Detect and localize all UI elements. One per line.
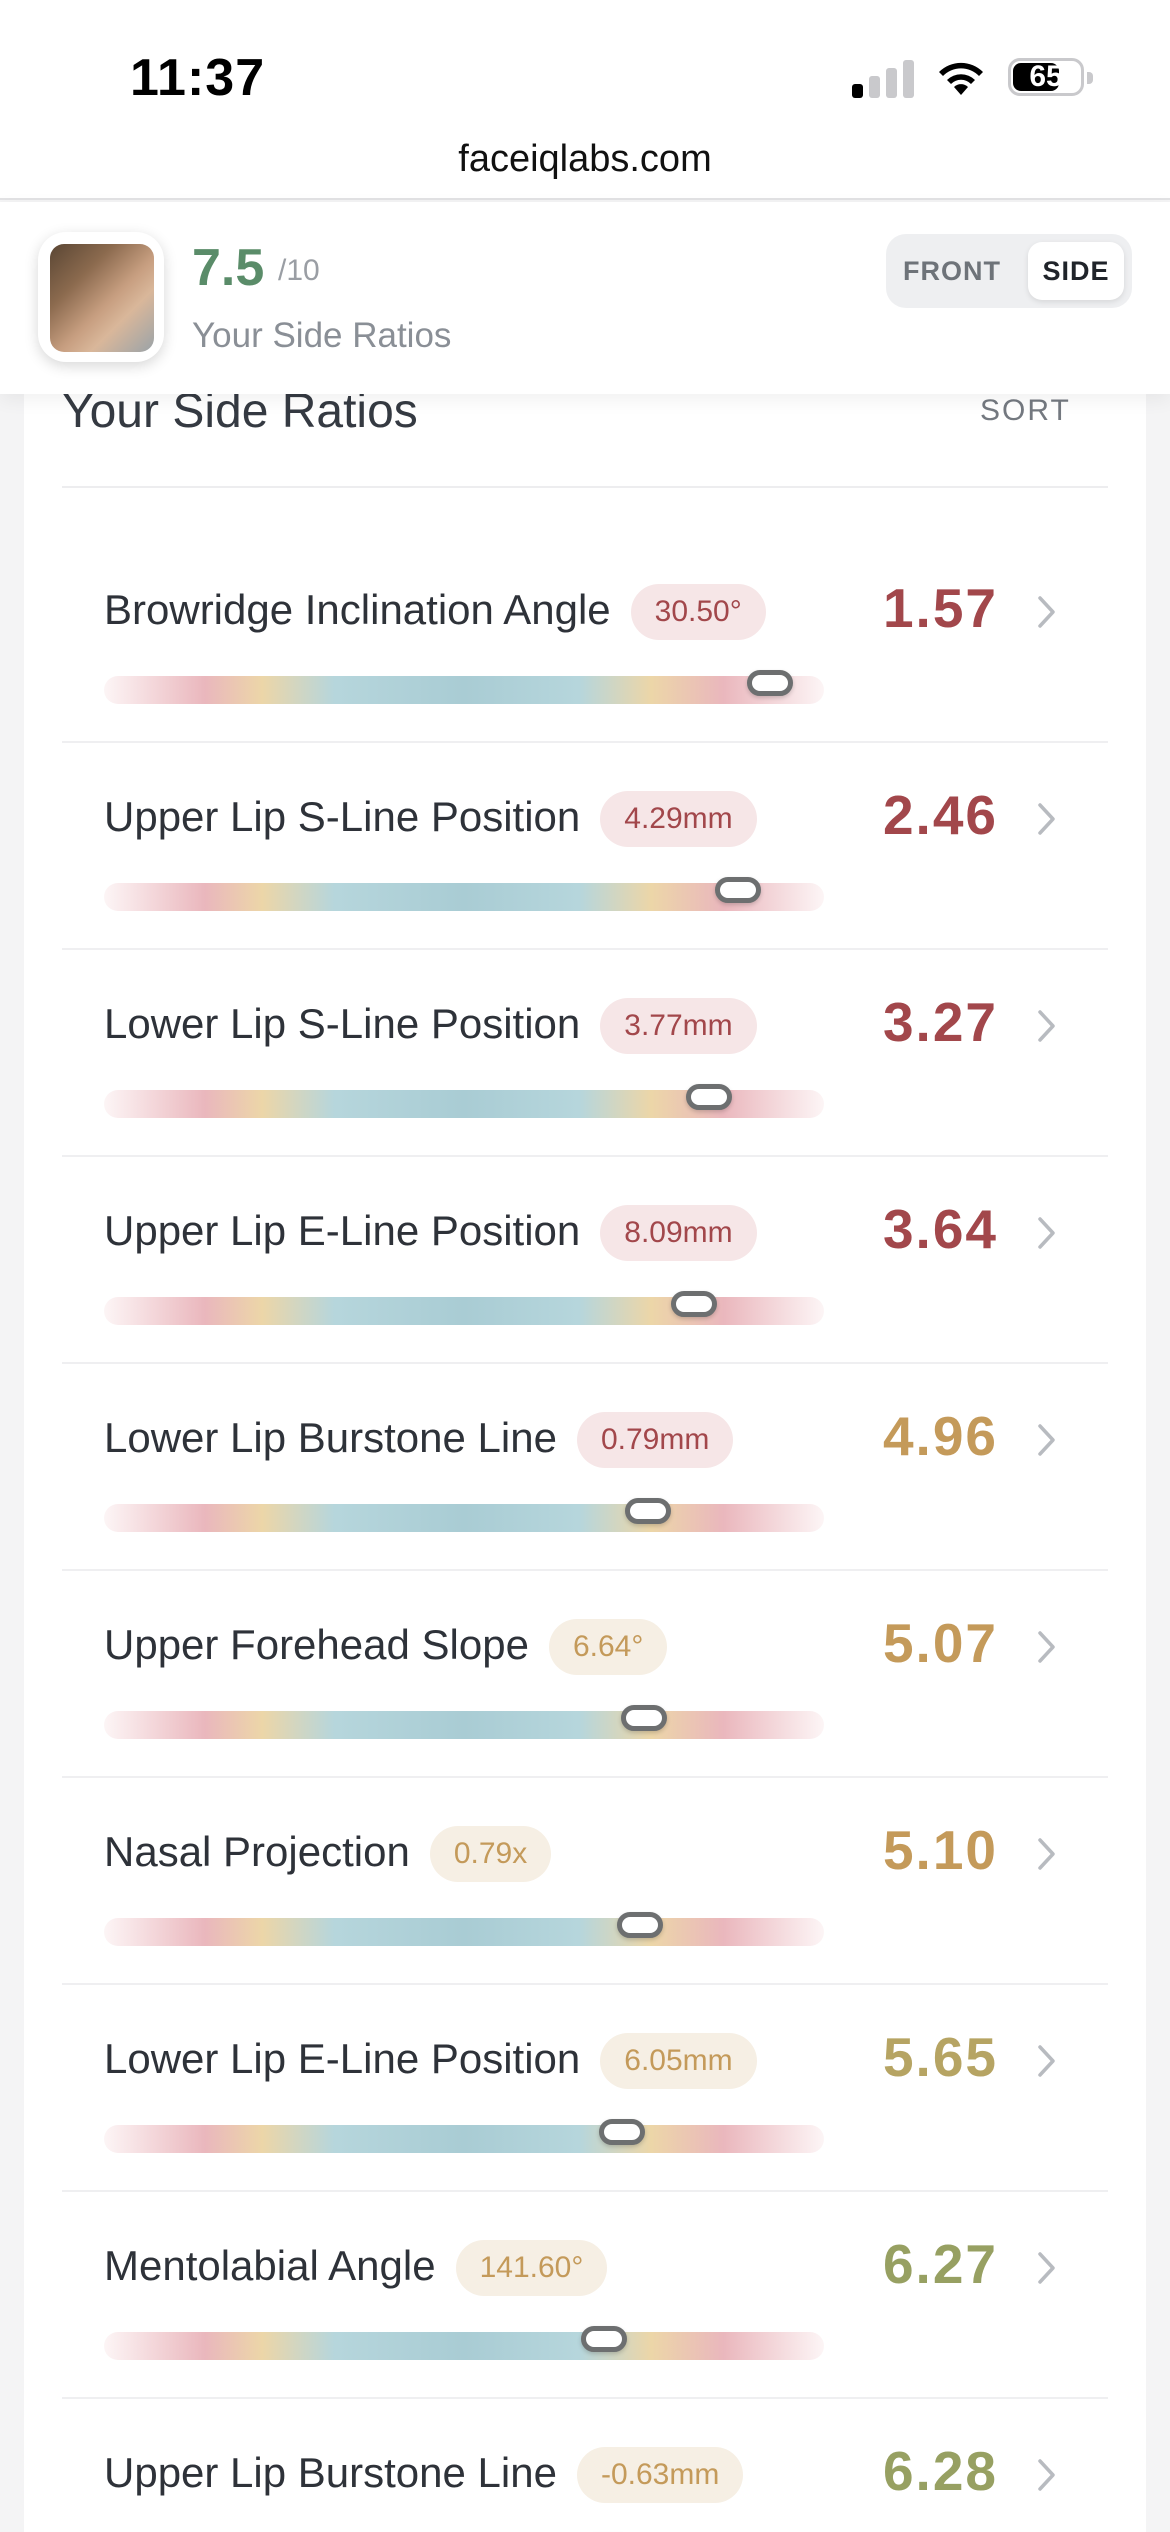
ratio-row[interactable]: Upper Lip E-Line Position 8.09mm 3.64 [62, 1157, 1108, 1364]
url-text: faceiqlabs.com [458, 138, 712, 180]
ratio-position-marker [624, 1498, 671, 1524]
chevron-right-icon[interactable] [1036, 1422, 1058, 1458]
ratio-row[interactable]: Browridge Inclination Angle 30.50° 1.57 [62, 536, 1108, 743]
side-tab[interactable]: SIDE [1028, 242, 1124, 300]
measurement-badge: 141.60° [455, 2240, 608, 2296]
ratio-range-bar [104, 1084, 824, 1118]
measurement-badge: 6.64° [548, 1619, 668, 1675]
chevron-right-icon[interactable] [1036, 1215, 1058, 1251]
measurement-badge: 4.29mm [600, 791, 757, 847]
ratio-score: 6.27 [882, 2233, 998, 2295]
profile-photo [50, 244, 154, 352]
ratio-row[interactable]: Nasal Projection 0.79x 5.10 [62, 1778, 1108, 1985]
ratio-score: 2.46 [882, 784, 998, 846]
measurement-badge: 3.77mm [600, 998, 757, 1054]
ratio-score: 3.64 [882, 1198, 998, 1260]
browser-url-bar[interactable]: faceiqlabs.com [0, 130, 1170, 200]
battery-level: 65 [1029, 60, 1063, 93]
ratio-score: 4.96 [882, 1405, 998, 1467]
ratio-score: 1.57 [882, 577, 998, 639]
wifi-icon [939, 62, 983, 95]
ratio-name: Lower Lip Burstone Line [104, 1414, 557, 1461]
overall-score: 7.5 [192, 239, 265, 297]
avatar [38, 232, 164, 362]
ratio-name: Upper Forehead Slope [104, 1621, 529, 1668]
chevron-right-icon[interactable] [1036, 2457, 1058, 2493]
measurement-badge: 8.09mm [600, 1205, 757, 1261]
measurement-badge: 30.50° [630, 584, 766, 640]
ratio-name: Upper Lip S-Line Position [104, 793, 581, 840]
chevron-right-icon[interactable] [1036, 2250, 1058, 2286]
chevron-right-icon[interactable] [1036, 1008, 1058, 1044]
ratio-range-bar [104, 2119, 824, 2153]
ratio-position-marker [617, 1912, 664, 1938]
chevron-right-icon[interactable] [1036, 801, 1058, 837]
status-bar: 11:37 65 [0, 0, 1170, 150]
ratio-score: 3.27 [882, 991, 998, 1053]
divider [62, 486, 1108, 488]
ratio-position-marker [581, 2326, 628, 2352]
ratio-position-marker [714, 877, 761, 903]
ratio-name: Nasal Projection [104, 1828, 410, 1875]
ratio-position-marker [621, 1705, 667, 1731]
measurement-badge: 6.05mm [600, 2033, 757, 2089]
ratio-score: 5.10 [882, 1819, 998, 1881]
measurement-badge: 0.79mm [576, 1412, 734, 1468]
ratio-range-bar [104, 1498, 824, 1532]
ratio-row[interactable]: Lower Lip Burstone Line 0.79mm 4.96 [62, 1364, 1108, 1571]
ratio-position-marker [671, 1291, 718, 1317]
ratio-range-bar [104, 1291, 824, 1325]
chevron-right-icon[interactable] [1036, 594, 1058, 630]
ratio-range-bar [104, 1912, 824, 1946]
measurement-badge: -0.63mm [576, 2447, 744, 2503]
chevron-right-icon[interactable] [1036, 2043, 1058, 2079]
ratio-range-bar [104, 2326, 824, 2360]
ratio-name: Browridge Inclination Angle [104, 586, 611, 633]
cellular-signal-icon [852, 58, 916, 98]
ratio-name: Lower Lip E-Line Position [104, 2035, 581, 2082]
view-toggle: FRONT SIDE [886, 234, 1132, 308]
sticky-score-header: 7.5 /10 Your Side Ratios FRONT SIDE [0, 202, 1170, 394]
chevron-right-icon[interactable] [1036, 1836, 1058, 1872]
ratio-name: Lower Lip S-Line Position [104, 1000, 581, 1047]
front-tab[interactable]: FRONT [894, 242, 1010, 300]
ratio-row[interactable]: Upper Lip Burstone Line -0.63mm 6.28 [62, 2399, 1108, 2532]
chevron-right-icon[interactable] [1036, 1629, 1058, 1665]
ratio-position-marker [599, 2119, 646, 2145]
sort-button[interactable]: SORT [980, 394, 1071, 428]
battery-icon: 65 [1008, 58, 1093, 96]
ratio-name: Upper Lip E-Line Position [104, 1207, 581, 1254]
ratio-score: 5.65 [882, 2026, 998, 2088]
ratio-range-bar [104, 1705, 824, 1739]
ratio-position-marker [747, 670, 793, 696]
ratio-position-marker [685, 1084, 732, 1110]
ratio-name: Upper Lip Burstone Line [104, 2449, 557, 2496]
header-subtitle: Your Side Ratios [192, 316, 452, 355]
ratio-row[interactable]: Upper Forehead Slope 6.64° 5.07 [62, 1571, 1108, 1778]
ratio-range-bar [104, 670, 824, 704]
ratio-row[interactable]: Upper Lip S-Line Position 4.29mm 2.46 [62, 743, 1108, 950]
ratio-row[interactable]: Lower Lip S-Line Position 3.77mm 3.27 [62, 950, 1108, 1157]
ratio-score: 6.28 [882, 2440, 998, 2502]
measurement-badge: 0.79x [429, 1826, 552, 1882]
ratio-row[interactable]: Mentolabial Angle 141.60° 6.27 [62, 2192, 1108, 2399]
ratio-name: Mentolabial Angle [104, 2242, 436, 2289]
status-time: 11:37 [130, 49, 266, 107]
ratio-row[interactable]: Lower Lip E-Line Position 6.05mm 5.65 [62, 1985, 1108, 2192]
score-max: /10 [278, 254, 320, 287]
ratio-range-bar [104, 877, 824, 911]
ratio-score: 5.07 [882, 1612, 998, 1674]
